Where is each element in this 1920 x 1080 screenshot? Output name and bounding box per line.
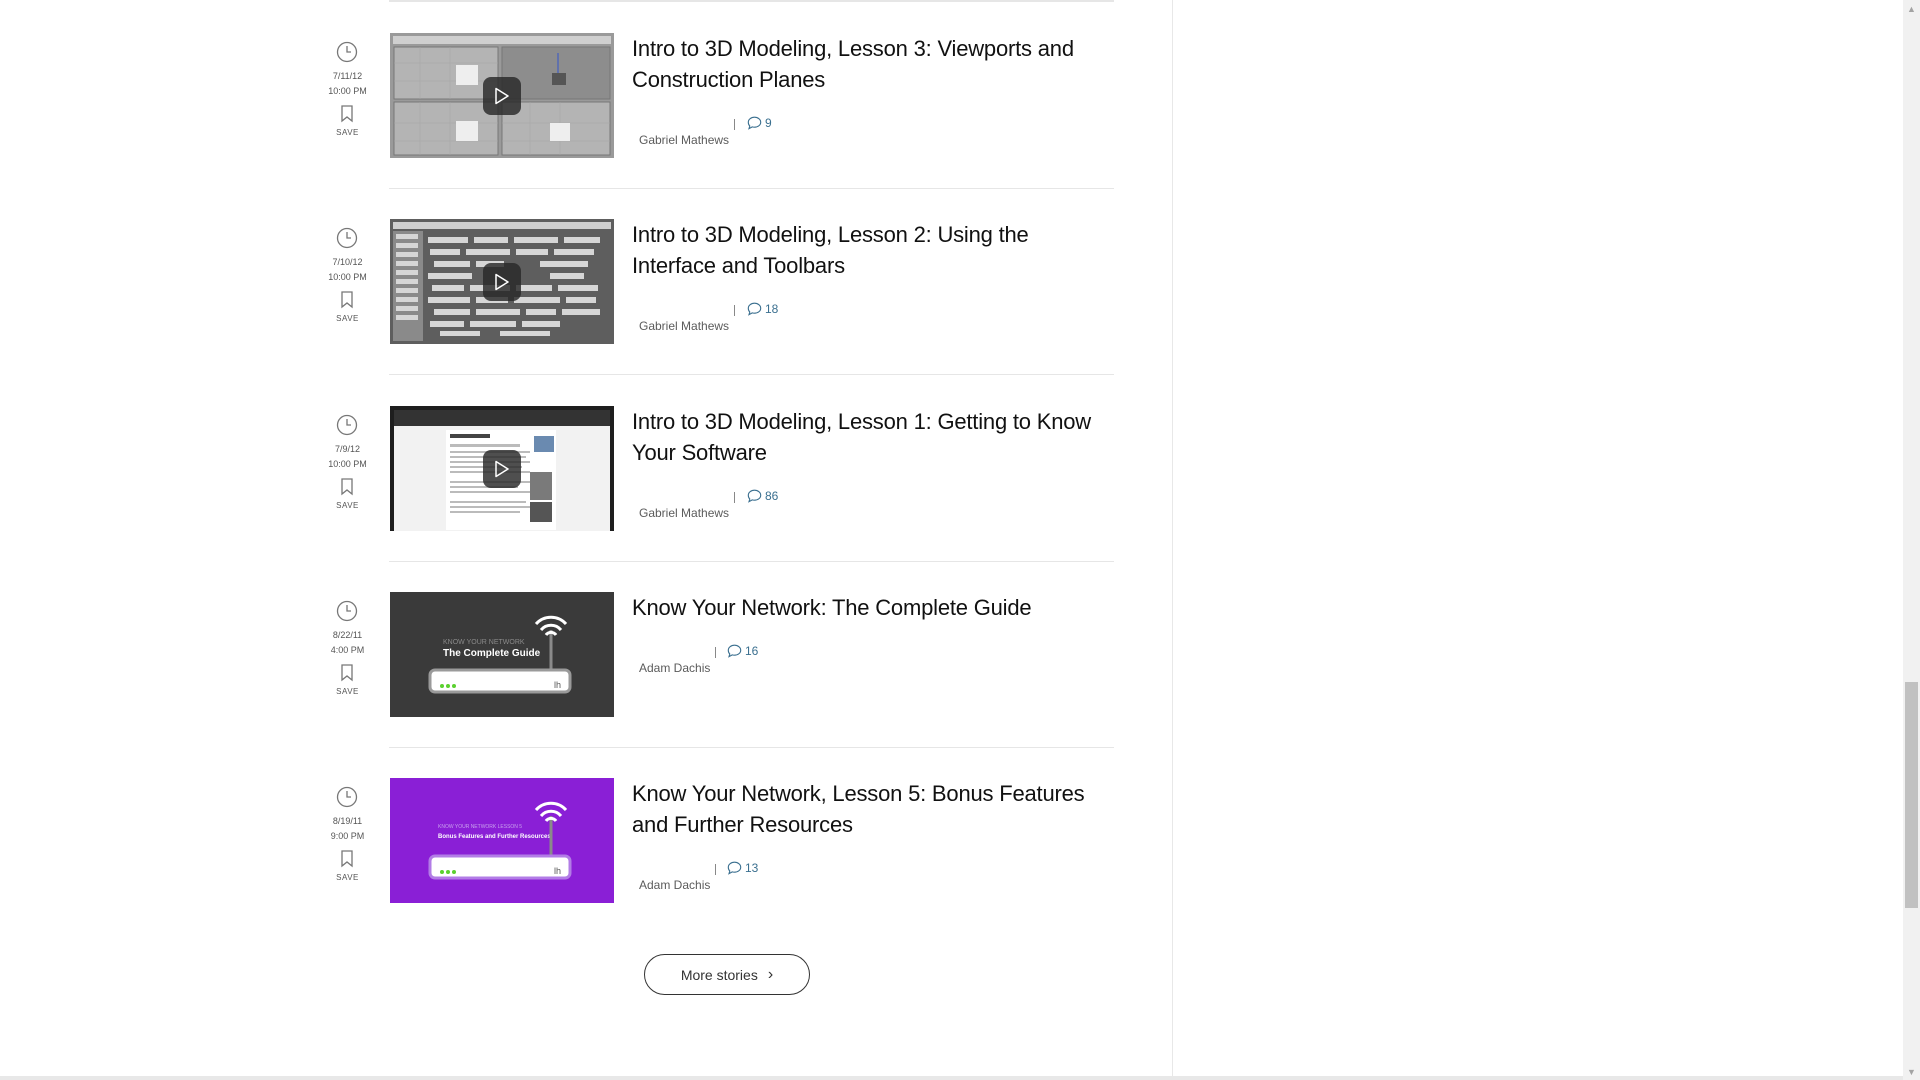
thumb-big-text: The Complete Guide [443, 648, 541, 659]
divider [389, 188, 1114, 189]
comment-count-link[interactable]: 13 [727, 858, 758, 878]
bookmark-icon [341, 478, 353, 496]
comment-icon [747, 302, 762, 316]
story-thumbnail[interactable] [390, 33, 614, 158]
author-link[interactable]: Gabriel Mathews [639, 133, 729, 147]
save-button[interactable]: SAVE [320, 662, 375, 702]
thumb-small-text: KNOW YOUR NETWORK LESSON 5 [438, 824, 522, 830]
story-title-link[interactable]: Know Your Network: The Complete Guide [632, 592, 1112, 623]
save-button[interactable]: SAVE [320, 103, 375, 143]
comment-count: 13 [745, 861, 759, 875]
clock-icon [336, 600, 358, 622]
story-title-link[interactable]: Intro to 3D Modeling, Lesson 3: Viewport… [632, 33, 1112, 95]
story-date: 7/9/12 10:00 PM [328, 444, 367, 469]
bookmark-icon [341, 291, 353, 309]
story-date: 7/10/12 10:00 PM [328, 257, 367, 282]
clock-icon [336, 41, 358, 63]
bookmark-icon [341, 105, 353, 123]
story-title-link[interactable]: Intro to 3D Modeling, Lesson 1: Getting … [632, 406, 1112, 468]
play-button[interactable] [483, 450, 521, 488]
clock-icon [336, 414, 358, 436]
story-date: 8/19/11 9:00 PM [330, 816, 365, 841]
divider [389, 0, 1114, 2]
save-label: SAVE [336, 128, 359, 137]
comment-count: 9 [765, 116, 772, 130]
story-title-link[interactable]: Intro to 3D Modeling, Lesson 2: Using th… [632, 219, 1112, 281]
scrollbar-thumb[interactable] [1905, 682, 1918, 908]
save-button[interactable]: SAVE [320, 289, 375, 329]
comment-count-link[interactable]: 86 [747, 486, 778, 506]
story-thumbnail[interactable] [390, 406, 614, 531]
comment-count: 86 [765, 489, 779, 503]
comment-count-link[interactable]: 18 [747, 299, 778, 319]
divider [389, 747, 1114, 748]
story-date: 8/22/11 4:00 PM [330, 630, 365, 655]
chevron-right-icon: › [767, 965, 774, 983]
more-stories-label: More stories [680, 966, 758, 983]
play-icon [495, 460, 509, 478]
save-label: SAVE [336, 501, 359, 510]
svg-text:lh: lh [554, 866, 561, 876]
thumb-small-text: KNOW YOUR NETWORK [443, 639, 525, 646]
save-button[interactable]: SAVE [320, 476, 375, 516]
comment-icon [747, 489, 762, 503]
router-illustration: KNOW YOUR NETWORK The Complete Guide lh [390, 592, 614, 717]
divider [389, 561, 1114, 562]
comment-icon [747, 116, 762, 130]
more-stories-button[interactable]: More stories › [644, 954, 810, 995]
separator [715, 864, 716, 875]
save-label: SAVE [336, 873, 359, 882]
story-thumbnail[interactable] [390, 219, 614, 344]
story-card: 8/22/11 4:00 PM SAVE KNOW YOUR NETWORK T… [320, 592, 1114, 778]
scroll-up-arrow-icon[interactable]: ▲ [1903, 0, 1920, 17]
story-card: 7/10/12 10:00 PM SAVE Intro to 3D Modeli… [320, 219, 1114, 405]
play-button[interactable] [483, 77, 521, 115]
comment-count-link[interactable]: 16 [727, 641, 758, 661]
story-date: 7/11/12 10:00 PM [328, 71, 367, 96]
play-button[interactable] [483, 263, 521, 301]
bookmark-icon [341, 664, 353, 682]
clock-icon [336, 227, 358, 249]
story-card: 7/11/12 10:00 PM SAVE Intro to 3D Modeli… [320, 33, 1114, 219]
author-link[interactable]: Gabriel Mathews [639, 506, 729, 520]
story-title-link[interactable]: Know Your Network, Lesson 5: Bonus Featu… [632, 778, 1112, 840]
story-card: 8/19/11 9:00 PM SAVE KNOW YOUR NETWORK L… [320, 778, 1114, 964]
horizontal-scrollbar[interactable] [0, 1076, 1903, 1080]
play-icon [495, 273, 509, 291]
story-thumbnail[interactable]: KNOW YOUR NETWORK The Complete Guide lh [390, 592, 614, 717]
author-link[interactable]: Gabriel Mathews [639, 319, 729, 333]
comment-count-link[interactable]: 9 [747, 113, 772, 133]
thumb-big-text: Bonus Features and Further Resources [438, 834, 551, 840]
comment-icon [727, 861, 742, 875]
author-link[interactable]: Adam Dachis [639, 661, 710, 675]
separator [734, 305, 735, 316]
story-thumbnail[interactable]: KNOW YOUR NETWORK LESSON 5 Bonus Feature… [390, 778, 614, 903]
vertical-scrollbar[interactable]: ▲ ▼ [1903, 0, 1920, 1080]
svg-text:lh: lh [554, 680, 561, 690]
separator [734, 119, 735, 130]
story-feed: 7/11/12 10:00 PM SAVE Intro to 3D Modeli… [0, 0, 1173, 1076]
save-label: SAVE [336, 687, 359, 696]
scroll-down-arrow-icon[interactable]: ▼ [1903, 1063, 1920, 1080]
comment-count: 16 [745, 644, 759, 658]
separator [734, 492, 735, 503]
divider [389, 374, 1114, 375]
play-icon [495, 87, 509, 105]
clock-icon [336, 786, 358, 808]
author-link[interactable]: Adam Dachis [639, 878, 710, 892]
comment-count: 18 [765, 302, 779, 316]
save-label: SAVE [336, 314, 359, 323]
story-card: 7/9/12 10:00 PM SAVE Intro to 3D Modelin… [320, 406, 1114, 592]
separator [715, 647, 716, 658]
save-button[interactable]: SAVE [320, 848, 375, 888]
router-illustration: KNOW YOUR NETWORK LESSON 5 Bonus Feature… [390, 778, 614, 903]
bookmark-icon [341, 850, 353, 868]
comment-icon [727, 644, 742, 658]
